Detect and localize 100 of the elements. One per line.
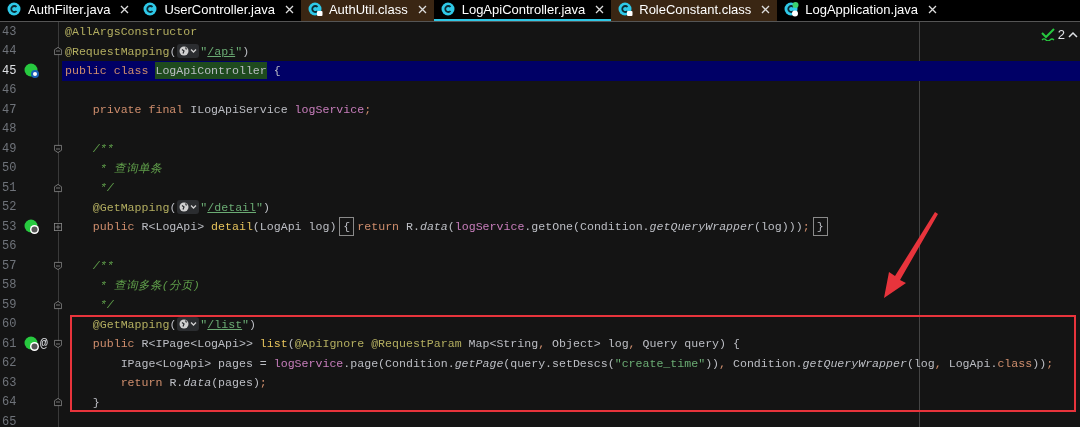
expand-fold-icon[interactable] [54,221,62,232]
fold-marker-icon[interactable] [54,260,62,271]
code-text: ) [249,316,257,333]
line-number: 63 [1,374,18,392]
string-literal: " [256,199,263,216]
fold-marker-icon[interactable] [54,143,62,154]
code-text: Object> log [551,336,629,353]
annotation: @AllArgsConstructor [65,24,198,41]
string-literal: " [235,43,243,60]
tab-label: LogApiController.java [461,0,586,19]
line-number: 51 [1,179,18,197]
line-number: 64 [1,394,18,412]
globe-inlay-icon[interactable] [177,317,200,332]
punctuation: ; [1046,355,1054,372]
keyword: return [119,375,164,392]
class-file-icon [307,2,323,17]
fold-marker-icon[interactable] [54,397,62,408]
keyword: return [357,219,401,236]
line-number: 49 [1,140,18,158]
caret-up-icon[interactable] [1068,30,1078,39]
code-text: R. [169,375,184,392]
code-text: ( [287,336,295,353]
code-text: Query query) { [641,336,740,353]
method-name: detail [211,219,253,236]
doc-comment: * 查询多条(分页) [98,277,200,294]
keyword: public class [65,63,150,80]
line-number: 47 [1,101,18,119]
line-number: 57 [1,257,18,275]
method-name: list [259,336,288,353]
doc-comment: /** [91,258,114,275]
keyword: private final [91,102,185,119]
code-text: ) [242,43,250,60]
code-text: (pages) [211,375,260,392]
code-text: { [272,63,281,80]
line-number: 45 [1,62,18,80]
tab-label: LogApplication.java [805,0,918,19]
check-icon [1040,28,1055,42]
code-text: .page(Condition. [343,355,455,372]
static-method: data [419,219,448,236]
code-text: LogApi. [947,355,998,372]
line-number: 53 [1,218,18,236]
editor-tab[interactable]: LogApiController.java [433,0,612,21]
tab-label: AuthFilter.java [28,0,111,19]
editor-tab[interactable]: AuthUtil.class [300,0,434,21]
annotation: @GetMapping [91,199,170,216]
inspection-widget[interactable]: 2 [1040,25,1078,45]
code-text: ( [169,316,177,333]
line-number: 48 [1,121,18,139]
close-icon[interactable] [417,5,427,14]
code-text: .getOne(Condition. [524,219,650,236]
keyword: public [91,336,136,353]
code-text: ( [169,43,177,60]
brace: } [812,217,828,237]
doc-comment: */ [98,297,114,314]
code-text: } [91,394,100,411]
gutter-marker[interactable]: @ [40,334,48,354]
punctuation: , [934,355,942,372]
class-file-icon [784,2,800,17]
code-text: IPage<LogApi> pages = [119,355,268,372]
field-name: logService [273,355,344,372]
annotation: @ApiIgnore @RequestParam [294,336,462,353]
static-method: getQueryWrapper [802,355,907,372]
tab-label: RoleConstant.class [639,0,752,19]
code-text: R<LogApi> [141,219,206,236]
code-text: Condition. [731,355,803,372]
code-text: R. [406,219,420,236]
close-icon[interactable] [761,5,771,14]
fold-marker-icon[interactable] [54,46,62,57]
code-text: (LogApi log) [252,219,337,236]
code-text: )) [1032,355,1047,372]
class-file-icon [7,2,22,17]
editor-tab[interactable]: RoleConstant.class [611,0,778,21]
string-literal: " [200,316,208,333]
globe-inlay-icon[interactable] [177,200,200,215]
fold-marker-icon[interactable] [54,182,62,193]
fold-marker-icon[interactable] [54,338,62,349]
line-number: 43 [1,23,18,41]
class-gutter-icon[interactable] [24,62,40,79]
fold-marker-icon[interactable] [54,299,62,310]
class-name: LogApiController [155,62,267,80]
punctuation: , [719,355,726,372]
line-number: 62 [1,355,18,373]
url-link[interactable]: /api [207,42,236,60]
close-icon[interactable] [595,5,605,14]
punctuation: , [628,336,636,353]
close-icon[interactable] [120,5,130,14]
globe-inlay-icon[interactable] [177,44,200,59]
code-text: (log))) [753,219,803,236]
problem-count: 2 [1057,26,1065,44]
url-link[interactable]: /detail [207,198,256,216]
keyword: class [997,355,1033,372]
static-method: getQueryWrapper [649,219,754,236]
line-number: 60 [1,316,18,334]
close-icon[interactable] [284,5,294,14]
line-number: 46 [1,82,18,100]
url-link[interactable]: /list [207,315,243,333]
class-file-icon [143,2,159,17]
close-icon[interactable] [928,5,937,14]
line-number: 50 [1,160,18,178]
field-name: logService [454,219,525,236]
